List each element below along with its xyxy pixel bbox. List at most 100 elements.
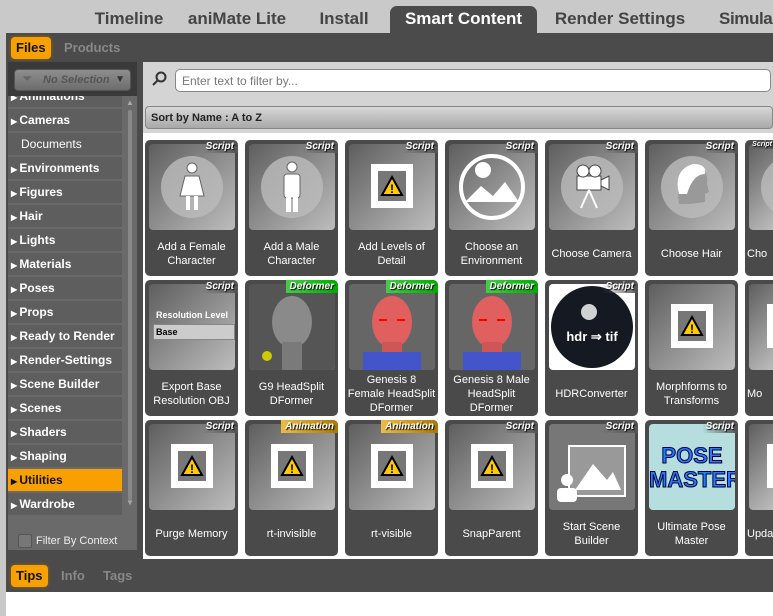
category-item[interactable]: ▶ Animations [8, 96, 122, 107]
category-item[interactable]: ▶ Scenes [8, 397, 122, 419]
svg-text:!: ! [390, 462, 394, 476]
warning-icon: ! [649, 284, 735, 370]
category-label: Figures [19, 185, 63, 199]
category-label: Materials [19, 257, 72, 271]
filter-by-context-checkbox[interactable] [18, 534, 32, 548]
category-label: Scenes [19, 401, 62, 415]
content-tile[interactable]: Resolution Level Base Script Export Base Re… [145, 280, 238, 416]
warning-icon: ! [249, 424, 335, 510]
category-item[interactable]: ▶ Figures [8, 181, 122, 203]
warning-icon [749, 424, 773, 510]
type-badge: Script [601, 280, 638, 293]
svg-text:!: ! [290, 462, 294, 476]
content-tile[interactable]: hdr ⇒ tif Script HDRConverter [545, 280, 638, 416]
tab-tags[interactable]: Tags [98, 565, 137, 587]
category-item[interactable]: ▶ Props [8, 301, 122, 323]
category-item[interactable]: ▶ Scene Builder [8, 373, 122, 395]
content-tile[interactable]: Upda [745, 420, 773, 556]
category-item[interactable]: Documents [8, 133, 122, 155]
tile-label: rt-visible [371, 528, 412, 540]
warning-icon: ! [149, 424, 235, 510]
type-badge: Script [501, 140, 538, 153]
tile-label: Mo [747, 388, 763, 400]
tile-label: Choose Hair [660, 248, 723, 260]
content-tile[interactable]: ! Script SnapParent [445, 420, 538, 556]
category-item[interactable]: ▶ Cameras [8, 109, 122, 131]
category-item[interactable]: ▶ Wardrobe [8, 493, 122, 515]
head-gray-icon [249, 284, 335, 370]
category-label: Animations [19, 96, 85, 103]
category-label: Shaders [19, 425, 67, 439]
category-label: Poses [19, 281, 55, 295]
filter-search-input[interactable]: Enter text to filter by... [175, 69, 771, 92]
tile-label: Add a Female Character [157, 241, 226, 267]
category-item[interactable]: ▶ Ready to Render [8, 325, 122, 347]
type-badge: Script [751, 140, 773, 149]
tile-label: Choose an Environment [460, 241, 523, 267]
category-item[interactable]: ▶ Lights [8, 229, 122, 251]
content-tile[interactable]: ! Script Add Levels of Detail [345, 140, 438, 276]
content-tile[interactable]: Script Start Scene Builder [545, 420, 638, 556]
svg-text:!: ! [390, 182, 394, 196]
category-item[interactable]: ▶ Poses [8, 277, 122, 299]
category-label: Scene Builder [19, 377, 100, 391]
tab-animate-lite[interactable]: aniMate Lite [180, 6, 294, 33]
category-sidebar: ⏷ No Selection ▼ ▶ Animations ▶ Cameras Do… [8, 62, 137, 550]
hdr-icon: hdr ⇒ tif [549, 284, 635, 370]
tab-tips[interactable]: Tips [11, 565, 48, 587]
category-item[interactable]: ▶ Materials [8, 253, 122, 275]
content-tile[interactable]: Deformer G9 HeadSplit DFormer [245, 280, 338, 416]
content-tile[interactable]: Deformer Genesis 8 Female HeadSplit DForm… [345, 280, 438, 416]
search-icon[interactable] [151, 71, 167, 87]
pose-master-icon: POSE MASTER [649, 424, 735, 510]
type-badge: Script [601, 140, 638, 153]
type-badge: Deformer [285, 280, 338, 293]
content-tile[interactable]: ! Morphforms to Transforms [645, 280, 738, 416]
category-item[interactable]: ▶ Utilities [8, 469, 122, 491]
tab-products[interactable]: Products [59, 37, 125, 59]
filter-dropdown[interactable]: ⏷ No Selection ▼ [14, 69, 131, 91]
sidebar-scrollbar[interactable]: ▲ ▼ [125, 98, 135, 514]
content-tile[interactable]: Script Choose Camera [545, 140, 638, 276]
type-badge: Animation [281, 420, 338, 433]
tab-timeline[interactable]: Timeline [78, 6, 180, 33]
content-tile[interactable]: ! Animation rt-invisible [245, 420, 338, 556]
category-item[interactable]: ▶ Render-Settings [8, 349, 122, 371]
type-badge: Deformer [485, 280, 538, 293]
category-item[interactable]: ▶ Shaders [8, 421, 122, 443]
content-tile[interactable]: Script Choose an Environment [445, 140, 538, 276]
content-area: Enter text to filter by... Sort by Name … [143, 62, 773, 562]
content-tile[interactable]: POSE MASTER Script Ultimate Pose Master [645, 420, 738, 556]
tab-files[interactable]: Files [11, 37, 51, 59]
scrollbar-track[interactable] [128, 110, 132, 500]
svg-text:!: ! [490, 462, 494, 476]
scroll-down-icon[interactable]: ▼ [126, 498, 134, 507]
category-item[interactable]: ▶ Hair [8, 205, 122, 227]
tab-smart-content[interactable]: Smart Content [390, 6, 537, 33]
sort-dropdown[interactable]: Sort by Name : A to Z [145, 106, 773, 129]
category-label: Wardrobe [19, 497, 75, 511]
content-tile[interactable]: Script Choose Hair [645, 140, 738, 276]
tab-render-settings[interactable]: Render Settings [545, 6, 695, 33]
warning-icon: ! [349, 424, 435, 510]
tab-install[interactable]: Install [306, 6, 382, 33]
category-label: Props [19, 305, 54, 319]
category-item[interactable]: ▶ Environments [8, 157, 122, 179]
scroll-up-icon[interactable]: ▲ [126, 98, 134, 107]
category-label: Documents [21, 137, 82, 151]
content-tile[interactable]: Deformer Genesis 8 Male HeadSplit DFormer [445, 280, 538, 416]
tab-simulation[interactable]: Simula [719, 6, 773, 33]
content-tile[interactable]: ! Animation rt-visible [345, 420, 438, 556]
tab-info[interactable]: Info [56, 565, 90, 587]
category-item[interactable]: ▶ Shaping [8, 445, 122, 467]
content-tile[interactable]: Script Add a Male Character [245, 140, 338, 276]
content-tile[interactable]: ! Script Purge Memory [145, 420, 238, 556]
category-label: Utilities [19, 473, 63, 487]
tile-label: Upda [747, 528, 773, 540]
thumb-text: POSE MASTER [649, 443, 735, 492]
content-tile[interactable]: Mo [745, 280, 773, 416]
content-tile[interactable]: Script Add a Female Character [145, 140, 238, 276]
tile-label: Add Levels of Detail [358, 241, 425, 267]
top-tab-bar: Timeline aniMate Lite Install Smart Cont… [0, 0, 773, 33]
content-tile[interactable]: Script Cho [745, 140, 773, 276]
